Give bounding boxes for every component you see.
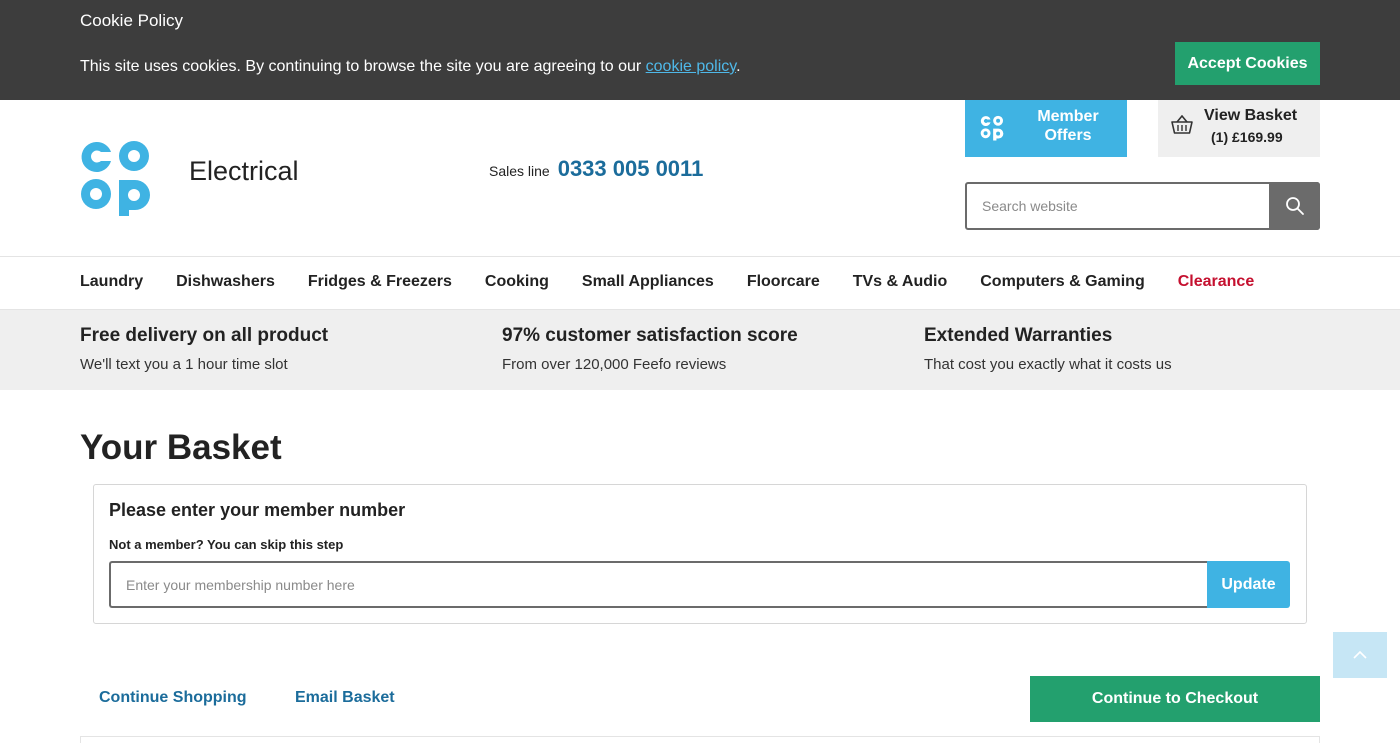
sales-line-label: Sales line: [489, 163, 550, 179]
basket-icon: [1171, 115, 1193, 134]
usp-subtitle: We'll text you a 1 hour time slot: [80, 356, 288, 373]
usp-title: Free delivery on all product: [80, 325, 329, 346]
cookie-title: Cookie Policy: [80, 11, 183, 30]
site-search: [965, 182, 1320, 230]
chevron-up-icon: [1353, 650, 1367, 659]
member-offers-label: Member Offers: [1037, 108, 1099, 144]
nav-item-laundry[interactable]: Laundry: [80, 273, 143, 291]
sales-line: Sales line 0333 005 0011: [489, 156, 703, 182]
basket-title: View Basket: [1204, 107, 1298, 124]
cookie-banner: Cookie Policy This site uses cookies. By…: [0, 0, 1400, 100]
member-number-subtext: Not a member? You can skip this step: [109, 537, 344, 552]
member-offers-button[interactable]: Member Offers: [965, 100, 1127, 157]
nav-item-computers-gaming[interactable]: Computers & Gaming: [980, 273, 1144, 291]
usp-subtitle: That cost you exactly what it costs us: [924, 356, 1172, 373]
nav-item-dishwashers[interactable]: Dishwashers: [176, 273, 275, 291]
scroll-to-top-button[interactable]: [1333, 632, 1387, 678]
continue-shopping-link[interactable]: Continue Shopping: [99, 689, 247, 707]
sales-phone[interactable]: 0333 005 0011: [558, 156, 704, 182]
email-basket-link[interactable]: Email Basket: [295, 689, 395, 707]
basket-summary: (1) £169.99: [1211, 129, 1283, 145]
search-icon: [1285, 197, 1304, 215]
usp-subtitle: From over 120,000 Feefo reviews: [502, 356, 727, 373]
cookie-policy-link[interactable]: cookie policy: [646, 58, 736, 75]
accept-cookies-button[interactable]: Accept Cookies: [1175, 42, 1320, 85]
continue-to-checkout-button[interactable]: Continue to Checkout: [1030, 676, 1320, 722]
page-title: Your Basket: [80, 428, 282, 467]
usp-warranties: Extended Warranties That cost you exactl…: [924, 325, 1172, 373]
search-input[interactable]: [967, 184, 1269, 228]
cookie-text-start: This site uses cookies. By continuing to…: [80, 58, 646, 75]
cookie-text: This site uses cookies. By continuing to…: [80, 58, 741, 76]
usp-delivery: Free delivery on all product We'll text …: [80, 325, 328, 373]
cookie-text-end: .: [736, 58, 741, 75]
nav-item-floorcare[interactable]: Floorcare: [747, 273, 820, 291]
usp-title: Extended Warranties: [924, 325, 1113, 346]
coop-small-icon: [980, 115, 1004, 141]
nav-item-fridges-freezers[interactable]: Fridges & Freezers: [308, 273, 452, 291]
nav-item-tvs-audio[interactable]: TVs & Audio: [853, 273, 948, 291]
member-number-input[interactable]: [109, 561, 1207, 608]
view-basket-button[interactable]: View Basket (1) £169.99: [1158, 100, 1320, 157]
search-button[interactable]: [1269, 182, 1320, 230]
main-nav: Laundry Dishwashers Fridges & Freezers C…: [0, 256, 1400, 310]
member-number-panel: Please enter your member number Not a me…: [93, 484, 1307, 624]
member-number-heading: Please enter your member number: [109, 500, 406, 520]
update-button[interactable]: Update: [1207, 561, 1290, 608]
nav-item-cooking[interactable]: Cooking: [485, 273, 549, 291]
brand-name: Electrical: [189, 156, 299, 186]
member-number-form: Update: [109, 561, 1290, 608]
usp-satisfaction: 97% customer satisfaction score From ove…: [502, 325, 798, 373]
nav-item-small-appliances[interactable]: Small Appliances: [582, 273, 714, 291]
coop-logo[interactable]: [79, 140, 152, 216]
usp-title: 97% customer satisfaction score: [502, 325, 798, 346]
nav-item-clearance[interactable]: Clearance: [1178, 273, 1255, 291]
basket-items-panel: [80, 736, 1320, 743]
usp-bar: Free delivery on all product We'll text …: [0, 310, 1400, 390]
